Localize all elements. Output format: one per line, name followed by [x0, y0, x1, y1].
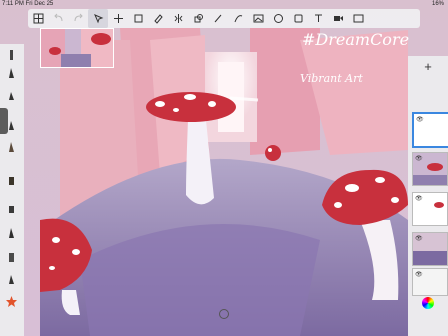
visibility-eye-icon[interactable]: 👁 — [415, 235, 423, 242]
symmetry-icon — [174, 14, 182, 23]
media-tool-button[interactable] — [328, 9, 348, 28]
status-battery: 16% — [431, 1, 444, 7]
brush-preset[interactable] — [4, 272, 18, 286]
eraser-icon — [153, 14, 163, 24]
brush-preset[interactable] — [4, 202, 18, 216]
move-tool-button[interactable] — [108, 9, 128, 28]
gallery-tool-button[interactable] — [28, 9, 48, 28]
brush-preset[interactable] — [4, 66, 18, 80]
layer-thumbnail[interactable]: 👁 — [412, 268, 448, 296]
eraser-tool-button[interactable] — [148, 9, 168, 28]
fill-tool-button[interactable] — [268, 9, 288, 28]
layer-thumbnail-selected[interactable]: 👁 — [412, 112, 448, 148]
brush-preset[interactable] — [4, 88, 18, 102]
layer-thumbnail[interactable]: 👁 — [412, 152, 448, 186]
layer-thumbnail[interactable]: 👁 — [412, 192, 448, 226]
grid-icon — [33, 13, 43, 24]
curve-tool-button[interactable] — [228, 9, 248, 28]
image-icon — [253, 14, 263, 23]
brush-preset[interactable] — [4, 174, 18, 188]
visibility-eye-icon[interactable]: 👁 — [415, 195, 423, 202]
shape-tool-button[interactable] — [188, 9, 208, 28]
selection-icon — [93, 14, 103, 24]
crop-icon — [134, 14, 142, 23]
redo-icon — [74, 13, 83, 22]
brush-preset[interactable] — [4, 48, 18, 62]
pen-tool-button[interactable] — [208, 9, 228, 28]
small-mushroom — [265, 145, 281, 161]
crop-tool-button[interactable] — [128, 9, 148, 28]
text-tool-button[interactable] — [308, 9, 328, 28]
canvas-home-button[interactable] — [219, 309, 229, 319]
redo-tool-button[interactable] — [68, 9, 88, 28]
sticker-icon — [294, 14, 302, 23]
curve-icon — [234, 15, 242, 23]
text-icon — [314, 14, 322, 22]
brush-preset[interactable] — [4, 250, 18, 264]
brush-preset[interactable] — [4, 118, 18, 132]
fill-icon — [273, 14, 283, 23]
image-tool-button[interactable] — [248, 9, 268, 28]
add-layer-button[interactable]: + — [418, 60, 438, 74]
brush-preset[interactable] — [4, 140, 18, 154]
undo-icon — [53, 13, 62, 22]
layers-panel: + 👁 👁 👁 👁 👁 — [408, 56, 448, 336]
visibility-eye-icon[interactable]: 👁 — [415, 155, 423, 162]
pen-icon — [214, 14, 221, 23]
visibility-eye-icon[interactable]: 👁 — [416, 116, 424, 123]
color-wheel-icon[interactable] — [422, 297, 434, 309]
move-icon — [113, 14, 123, 23]
shape-icon — [194, 14, 203, 23]
sticker-tool-button[interactable] — [288, 9, 308, 28]
main-toolbar — [28, 9, 420, 28]
symmetry-tool-button[interactable] — [168, 9, 188, 28]
status-time: 7:11 PM Fri Dec 25 — [2, 1, 54, 7]
canvas-title-text: #DreamCore — [302, 30, 410, 49]
status-bar: 7:11 PM Fri Dec 25 16% — [0, 0, 448, 9]
video-icon — [333, 16, 343, 21]
reference-image — [41, 29, 113, 67]
layer-thumbnail[interactable]: 👁 — [412, 232, 448, 266]
favorite-star-icon[interactable] — [4, 294, 18, 308]
fullscreen-icon — [353, 14, 363, 23]
fullscreen-tool-button[interactable] — [348, 9, 368, 28]
brush-panel — [0, 44, 24, 336]
brush-preset[interactable] — [4, 226, 18, 240]
visibility-eye-icon[interactable]: 👁 — [415, 271, 423, 278]
select-tool-button[interactable] — [88, 9, 108, 28]
reference-thumbnail[interactable] — [40, 28, 114, 68]
canvas-subtitle-text: Vibrant Art — [300, 72, 363, 85]
undo-tool-button[interactable] — [48, 9, 68, 28]
